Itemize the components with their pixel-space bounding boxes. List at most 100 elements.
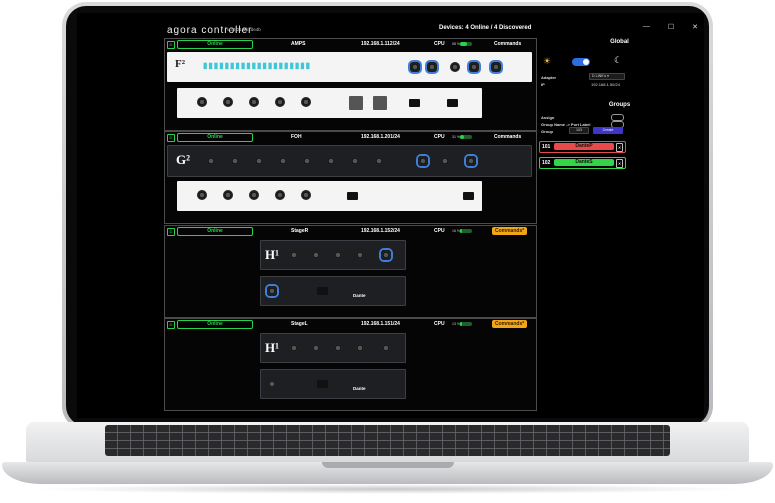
jack-icon[interactable]: [249, 190, 259, 200]
device-ip: 192.168.1.112/24: [361, 41, 400, 47]
device-toggle-icon[interactable]: D: [167, 134, 175, 142]
jack-icon[interactable]: [311, 250, 321, 260]
jack-icon[interactable]: [418, 156, 428, 166]
device-status: Online: [177, 40, 253, 49]
create-group-button[interactable]: Create: [593, 127, 623, 134]
commands-button[interactable]: Commands: [494, 41, 521, 47]
cpu-label: CPU: [434, 228, 445, 234]
jack-icon[interactable]: [381, 250, 391, 260]
commands-button[interactable]: Commands: [494, 134, 521, 140]
moon-icon[interactable]: ☾: [614, 55, 622, 66]
device-name: StageL: [291, 321, 308, 327]
device-name: StageR: [291, 228, 309, 234]
jack-icon[interactable]: [254, 156, 264, 166]
jack-icon[interactable]: [275, 97, 285, 107]
jack-icon[interactable]: [311, 343, 321, 353]
device-toggle-icon[interactable]: D: [167, 321, 175, 329]
stager-rear-panel: Dante: [260, 276, 406, 306]
power-socket-icon: [463, 192, 474, 200]
group-item[interactable]: 102 DanteS ✕: [539, 157, 626, 169]
dante-label: Dante: [353, 293, 366, 298]
cpu-bar: [460, 135, 472, 139]
commands-button[interactable]: Commands*: [492, 227, 528, 235]
device-name: FOH: [291, 134, 302, 140]
jack-icon[interactable]: [355, 250, 365, 260]
commands-button[interactable]: Commands*: [492, 320, 528, 328]
group-label: Group: [541, 129, 553, 134]
group-item[interactable]: 101 DanteP ✕: [539, 141, 626, 153]
jack-icon[interactable]: [289, 343, 299, 353]
jack-icon[interactable]: [374, 156, 384, 166]
jack-icon[interactable]: [223, 97, 233, 107]
dante-label: Dante: [353, 386, 366, 391]
jack-icon[interactable]: [355, 343, 365, 353]
jack-icon[interactable]: [278, 156, 288, 166]
jack-icon[interactable]: [206, 156, 216, 166]
jack-icon[interactable]: [197, 190, 207, 200]
jack-icon[interactable]: [381, 343, 391, 353]
cpu-label: CPU: [434, 134, 445, 140]
device-header: D Online StageL 192.168.1.151/24 CPU 13 …: [165, 319, 536, 329]
power-socket-icon: [317, 287, 328, 295]
jack-icon[interactable]: [301, 190, 311, 200]
delete-group-icon[interactable]: ✕: [616, 143, 623, 152]
close-button[interactable]: ✕: [692, 23, 698, 31]
jack-icon[interactable]: [410, 62, 420, 72]
jack-icon[interactable]: [267, 379, 277, 389]
cpu-bar: [460, 322, 472, 326]
jack-icon[interactable]: [301, 97, 311, 107]
minimize-button[interactable]: —: [643, 23, 650, 31]
jack-icon[interactable]: [440, 156, 450, 166]
jack-icon[interactable]: [491, 62, 501, 72]
cpu-label: CPU: [434, 41, 445, 47]
laptop-notch: [322, 462, 454, 468]
jack-icon[interactable]: [469, 62, 479, 72]
stagel-front-panel: H¹: [260, 333, 406, 363]
assign-toggle[interactable]: [611, 114, 624, 121]
device-name: AMPS: [291, 41, 306, 47]
power-socket-icon: [447, 99, 458, 107]
device-header: D Online StageR 192.168.1.152/24 CPU 16 …: [165, 226, 536, 236]
jack-icon[interactable]: [333, 250, 343, 260]
power-socket-icon: [347, 192, 358, 200]
jack-icon[interactable]: [450, 62, 460, 72]
jack-icon[interactable]: [267, 286, 277, 296]
device-header: D Online AMPS 192.168.1.112/24 CPU 58 % …: [165, 39, 536, 49]
group-number-input[interactable]: 103: [569, 127, 589, 134]
app-version: v0.3.21-9b1de4b: [227, 27, 261, 32]
jack-icon[interactable]: [302, 156, 312, 166]
laptop-shadow: [30, 484, 745, 494]
device-toggle-icon[interactable]: D: [167, 41, 175, 49]
maximize-button[interactable]: ☐: [668, 23, 674, 31]
ip-label: IP: [541, 82, 545, 87]
jack-icon[interactable]: [427, 62, 437, 72]
jack-icon[interactable]: [230, 156, 240, 166]
h1-label: H¹: [265, 247, 280, 262]
device-toggle-icon[interactable]: D: [167, 228, 175, 236]
f2-label: F²: [175, 58, 186, 70]
delete-group-icon[interactable]: ✕: [616, 159, 623, 168]
adapter-select[interactable]: D LINK's ▾: [589, 73, 625, 80]
groups-title: Groups: [608, 102, 631, 108]
jack-icon[interactable]: [466, 156, 476, 166]
power-socket-icon: [409, 99, 420, 107]
theme-toggle[interactable]: [572, 58, 590, 66]
cpu-bar: [460, 42, 472, 46]
devices-status: Devices: 4 Online / 4 Discovered: [439, 25, 532, 31]
jack-icon[interactable]: [197, 97, 207, 107]
jack-icon[interactable]: [350, 156, 360, 166]
jack-icon[interactable]: [223, 190, 233, 200]
jack-icon[interactable]: [289, 250, 299, 260]
jack-icon[interactable]: [249, 97, 259, 107]
device-card-stagel: D Online StageL 192.168.1.151/24 CPU 13 …: [164, 318, 537, 411]
h1-label: H¹: [265, 340, 280, 355]
jack-icon[interactable]: [333, 343, 343, 353]
g2-label: G²: [176, 152, 191, 167]
assign-label: Assign: [541, 115, 555, 120]
jack-icon[interactable]: [326, 156, 336, 166]
jack-icon[interactable]: [275, 190, 285, 200]
app-window: agora controller v0.3.21-9b1de4b Devices…: [77, 13, 704, 418]
device-header: D Online FOH 192.168.1.201/24 CPU 31 % C…: [165, 132, 536, 142]
sun-icon[interactable]: ☀: [543, 56, 551, 67]
amps-panel-graphic: ▮▮▮▮▮▮▮▮▮▮▮▮▮▮▮▮▮▮▮▮: [203, 61, 312, 70]
